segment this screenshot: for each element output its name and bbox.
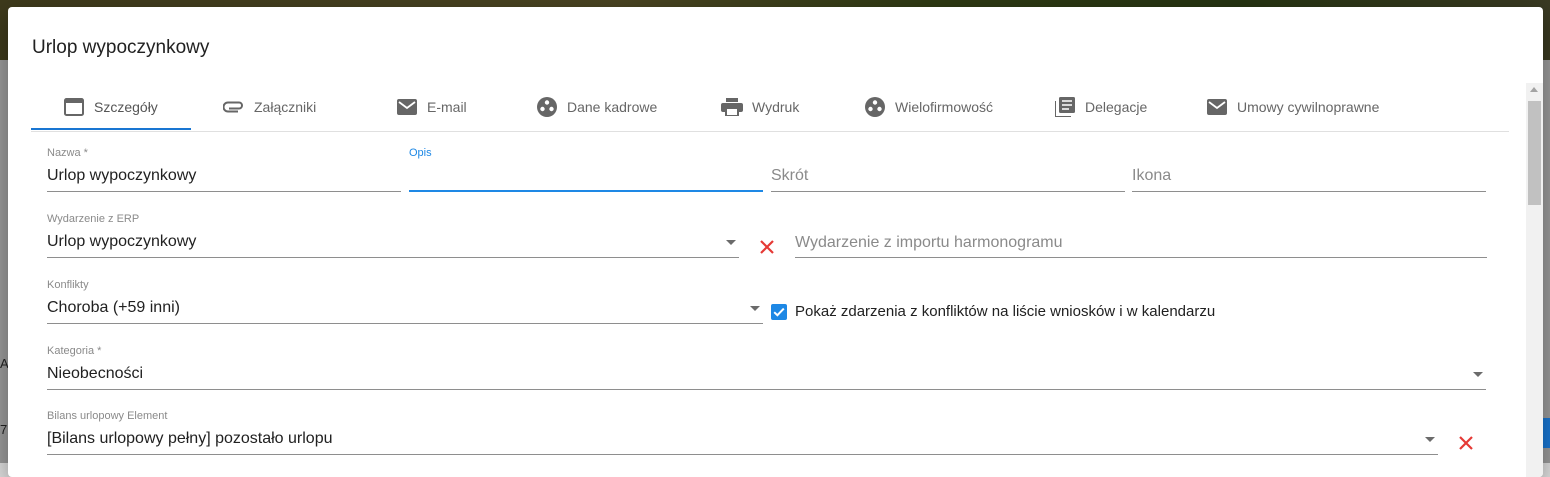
tab-wielofirmowosc[interactable]: Wielofirmowość: [864, 83, 993, 131]
pokaz-zdarzenia-label[interactable]: Pokaż zdarzenia z konfliktów na liście w…: [795, 303, 1215, 320]
wydarzenie-erp-label: Wydarzenie z ERP: [47, 213, 140, 225]
ikona-placeholder: Ikona: [1132, 167, 1172, 184]
wydarzenie-erp-underline: [47, 257, 739, 258]
chevron-down-icon: [1425, 437, 1435, 442]
scroll-up-arrow-icon[interactable]: [1530, 87, 1538, 92]
ikona-field[interactable]: Ikona: [1132, 143, 1486, 193]
tab-label: Szczegóły: [94, 99, 158, 115]
wydarzenie-import-placeholder: Wydarzenie z importu harmonogramu: [795, 234, 1063, 251]
tab-umowy-cywilnoprawne[interactable]: Umowy cywilnoprawne: [1206, 83, 1379, 131]
paperclip-icon: [223, 96, 245, 118]
opis-field[interactable]: Opis: [409, 143, 763, 193]
pokaz-zdarzenia-checkbox[interactable]: [771, 304, 787, 320]
wydarzenie-erp-select[interactable]: Wydarzenie z ERP Urlop wypoczynkowy: [47, 209, 739, 259]
nazwa-field[interactable]: Nazwa * Urlop wypoczynkowy: [47, 143, 401, 193]
scrollbar-thumb[interactable]: [1528, 101, 1541, 205]
nazwa-underline: [47, 191, 401, 192]
konflikty-value: Choroba (+59 inni): [47, 299, 180, 316]
chevron-down-icon: [750, 306, 760, 311]
kategoria-select[interactable]: Kategoria * Nieobecności: [47, 341, 1486, 391]
tab-label: Dane kadrowe: [567, 99, 658, 115]
tab-wydruk[interactable]: Wydruk: [721, 83, 799, 131]
dialog-title: Urlop wypoczynkowy: [32, 37, 210, 58]
tab-label: Delegacje: [1085, 99, 1148, 115]
clear-bilans-icon[interactable]: [1457, 434, 1475, 452]
bilans-select[interactable]: Bilans urlopowy Element [Bilans urlopowy…: [47, 406, 1438, 456]
clear-wydarzenie-erp-icon[interactable]: [758, 238, 776, 256]
chevron-down-icon: [726, 240, 736, 245]
people-circle-icon: [536, 96, 558, 118]
document-list-icon: [1054, 96, 1076, 118]
konflikty-select[interactable]: Konflikty Choroba (+59 inni): [47, 275, 763, 325]
nazwa-value: Urlop wypoczynkowy: [47, 167, 197, 184]
bilans-value: [Bilans urlopowy pełny] pozostało urlopu: [47, 430, 333, 447]
wydarzenie-import-field[interactable]: Wydarzenie z importu harmonogramu: [795, 209, 1487, 259]
konflikty-underline: [47, 323, 763, 324]
active-tab-indicator: [31, 128, 191, 130]
opis-underline: [409, 190, 763, 192]
chevron-down-icon: [1473, 372, 1483, 377]
card-icon: [63, 96, 85, 118]
tab-dane-kadrowe[interactable]: Dane kadrowe: [536, 83, 657, 131]
vertical-scrollbar[interactable]: [1526, 83, 1543, 477]
konflikty-label: Konflikty: [47, 279, 89, 291]
nazwa-label: Nazwa *: [47, 147, 88, 159]
skrot-field[interactable]: Skrót: [771, 143, 1125, 193]
tab-label: Załączniki: [254, 99, 317, 115]
tab-szczegoly[interactable]: Szczegóły: [63, 83, 158, 131]
kategoria-value: Nieobecności: [47, 365, 144, 382]
kategoria-label: Kategoria *: [47, 345, 102, 357]
mail-icon: [1206, 96, 1228, 118]
tab-bar: Szczegóły Załączniki E-mail Dane kadrowe…: [31, 83, 1509, 132]
people-circle-icon: [864, 96, 886, 118]
bilans-underline: [47, 454, 1438, 455]
skrot-underline: [771, 191, 1125, 192]
wydarzenie-import-underline: [795, 257, 1487, 258]
tab-delegacje[interactable]: Delegacje: [1054, 83, 1147, 131]
tab-label: Umowy cywilnoprawne: [1237, 99, 1380, 115]
tab-email[interactable]: E-mail: [396, 83, 467, 131]
bilans-label: Bilans urlopowy Element: [47, 410, 168, 422]
skrot-placeholder: Skrót: [771, 167, 809, 184]
tab-label: E-mail: [427, 99, 467, 115]
dialog: Urlop wypoczynkowy Szczegóły Załączniki …: [8, 7, 1543, 477]
opis-label: Opis: [409, 147, 432, 159]
printer-icon: [721, 96, 743, 118]
kategoria-underline: [47, 389, 1486, 390]
ikona-underline: [1132, 191, 1486, 192]
tab-label: Wielofirmowość: [895, 99, 994, 115]
wydarzenie-erp-value: Urlop wypoczynkowy: [47, 233, 197, 250]
tab-label: Wydruk: [752, 99, 800, 115]
background-text: 7: [0, 422, 8, 437]
tab-zalaczniki[interactable]: Załączniki: [223, 83, 316, 131]
mail-icon: [396, 96, 418, 118]
